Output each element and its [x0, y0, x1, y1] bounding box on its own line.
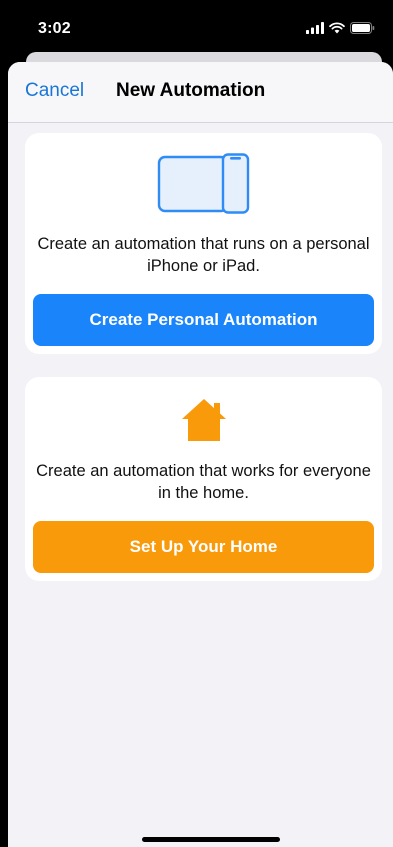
status-bar: 3:02	[0, 0, 393, 56]
signal-icon	[306, 22, 324, 34]
personal-automation-card: Create an automation that runs on a pers…	[25, 133, 382, 354]
status-time: 3:02	[38, 20, 71, 37]
home-automation-card: Create an automation that works for ever…	[25, 377, 382, 581]
home-indicator[interactable]	[142, 837, 280, 842]
cancel-button[interactable]: Cancel	[25, 80, 84, 102]
page-title: New Automation	[116, 80, 266, 101]
ipad-iphone-icon	[157, 153, 251, 222]
battery-icon	[350, 22, 375, 34]
home-icon	[179, 397, 229, 448]
wifi-icon	[329, 22, 345, 34]
personal-automation-description: Create an automation that runs on a pers…	[37, 235, 370, 275]
new-automation-sheet: Cancel New Automation Create an automati…	[8, 62, 393, 847]
create-personal-automation-button[interactable]: Create Personal Automation	[33, 294, 374, 346]
nav-bar: Cancel New Automation	[8, 62, 393, 123]
home-automation-description: Create an automation that works for ever…	[36, 462, 371, 502]
screen: 3:02 Cancel New Automation Create an aut…	[0, 0, 393, 847]
status-icons	[306, 22, 375, 34]
set-up-your-home-button[interactable]: Set Up Your Home	[33, 521, 374, 573]
